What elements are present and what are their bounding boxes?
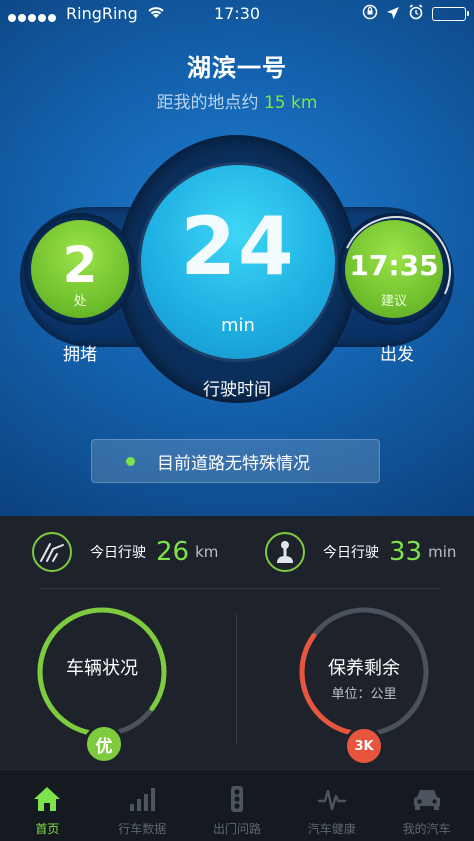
tab-my-car[interactable]: 我的汽车 <box>379 770 474 841</box>
today-time-label: 今日行驶 <box>323 545 379 561</box>
today-time-stat[interactable]: 今日行驶 33 min <box>265 530 456 574</box>
tab-car-health[interactable]: 汽车健康 <box>284 770 379 841</box>
dashboard-panel: 今日行驶 26 km 今日行驶 33 min 车辆状况 优 保养剩余 单位：公里… <box>0 516 474 769</box>
tab-car-health-label: 汽车健康 <box>307 822 356 836</box>
home-icon <box>31 784 63 814</box>
depart-sub: 建议 <box>380 294 407 309</box>
maintenance-title: 保养剩余 <box>328 658 400 679</box>
today-distance-label: 今日行驶 <box>90 545 146 561</box>
app-screen: RingRing 17:30 湖滨一号 距我的地点约 15 km 24 min … <box>0 0 474 841</box>
tab-home[interactable]: 首页 <box>0 770 95 841</box>
traffic-light-icon <box>221 784 253 814</box>
vehicle-status-title: 车辆状况 <box>66 658 138 679</box>
tab-route[interactable]: 出门问路 <box>190 770 285 841</box>
battery-icon <box>432 7 469 21</box>
gear-shift-icon <box>265 532 305 572</box>
alarm-icon <box>408 4 424 24</box>
divider-vertical <box>236 614 237 744</box>
congestion-unit: 处 <box>73 294 87 309</box>
rotation-lock-icon <box>362 4 378 24</box>
road-notice-text: 目前道路无特殊情况 <box>157 453 310 474</box>
drive-time-label: 行驶时间 <box>203 380 271 400</box>
today-distance-stat[interactable]: 今日行驶 26 km <box>32 530 218 574</box>
car-icon <box>411 784 443 814</box>
tab-home-label: 首页 <box>35 822 60 836</box>
today-time-value: 33 <box>389 537 423 567</box>
congestion-value: 2 <box>62 236 98 294</box>
drive-time-circle[interactable]: 24 min <box>141 165 335 359</box>
tab-route-label: 出门问路 <box>212 822 261 836</box>
vehicle-status-gauge[interactable]: 车辆状况 优 <box>34 604 170 764</box>
tab-driving-data[interactable]: 行车数据 <box>95 770 190 841</box>
tab-my-car-label: 我的汽车 <box>402 822 451 836</box>
today-time-unit: min <box>428 543 457 561</box>
pulse-icon <box>316 784 348 814</box>
route-panel: RingRing 17:30 湖滨一号 距我的地点约 15 km 24 min … <box>0 0 474 516</box>
destination-title: 湖滨一号 <box>187 54 287 82</box>
vehicle-status-badge: 优 <box>84 724 124 764</box>
today-distance-value: 26 <box>156 537 190 567</box>
tab-bar: 首页 行车数据 出门问路 汽车健康 我的汽车 <box>0 769 474 841</box>
road-icon <box>32 532 72 572</box>
distance-prefix: 距我的地点约 <box>156 93 259 113</box>
status-dot-icon <box>126 456 135 466</box>
drive-time-value: 24 <box>180 200 296 293</box>
today-stats: 今日行驶 26 km 今日行驶 33 min <box>0 516 474 588</box>
distance-text: 距我的地点约 15 km <box>0 88 474 113</box>
congestion-circle[interactable]: 2 处 <box>31 220 129 318</box>
maintenance-gauge[interactable]: 保养剩余 单位：公里 3K <box>296 604 432 766</box>
maintenance-badge: 3K <box>344 726 384 766</box>
location-arrow-icon <box>386 5 400 24</box>
road-notice-bar[interactable]: 目前道路无特殊情况 <box>91 439 380 483</box>
depart-time: 17:35 <box>349 249 439 282</box>
today-distance-unit: km <box>195 543 219 561</box>
maintenance-unit: 单位：公里 <box>331 687 397 702</box>
divider-horizontal <box>40 588 440 589</box>
bar-chart-icon <box>126 784 158 814</box>
distance-value: 15 km <box>263 93 318 113</box>
tab-driving-data-label: 行车数据 <box>118 822 167 836</box>
congestion-label: 拥堵 <box>63 345 97 365</box>
status-bar: RingRing 17:30 <box>0 0 474 28</box>
depart-label: 出发 <box>380 345 414 365</box>
depart-circle[interactable]: 17:35 建议 <box>345 220 443 318</box>
drive-time-unit: min <box>221 315 255 336</box>
